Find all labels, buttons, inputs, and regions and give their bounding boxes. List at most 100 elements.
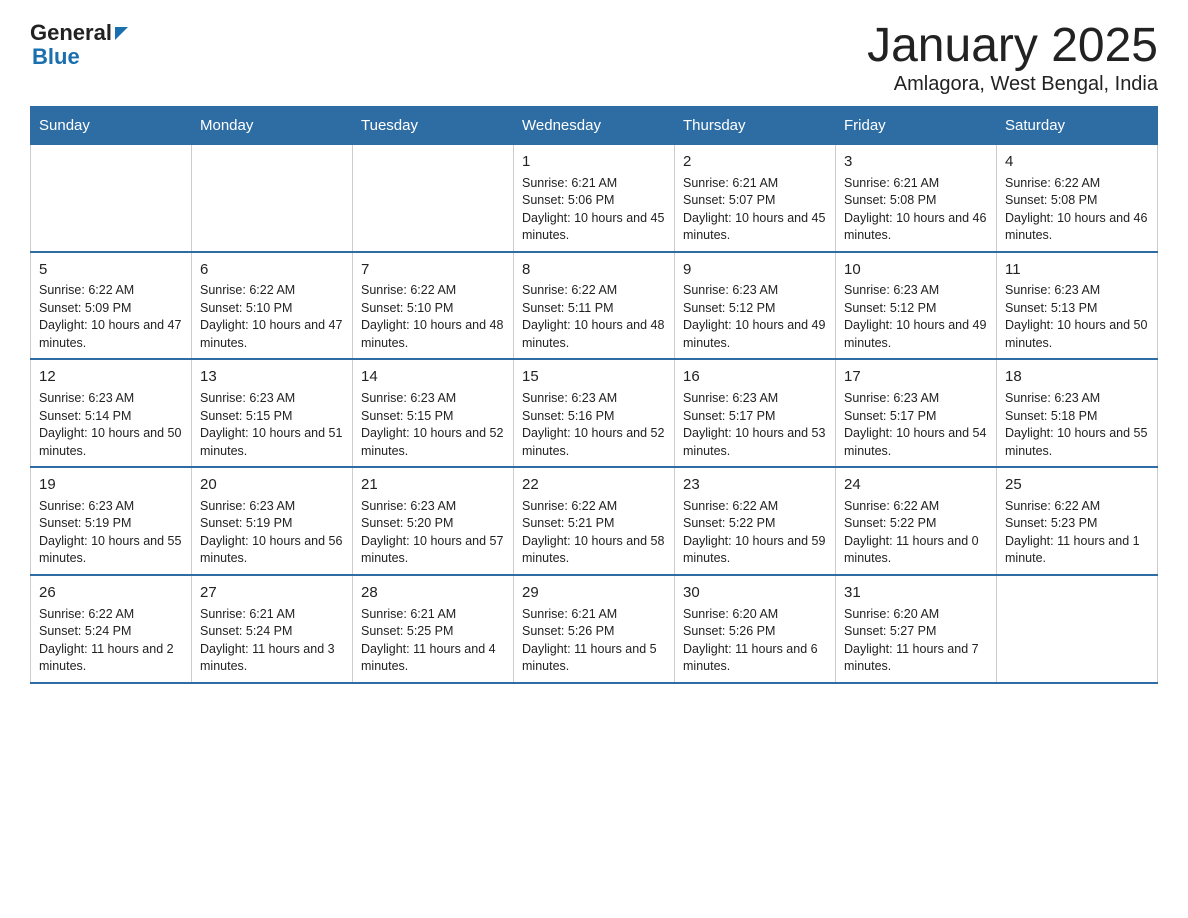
calendar-cell: 8Sunrise: 6:22 AMSunset: 5:11 PMDaylight… bbox=[514, 252, 675, 360]
calendar-cell: 12Sunrise: 6:23 AMSunset: 5:14 PMDayligh… bbox=[31, 359, 192, 467]
day-number: 27 bbox=[200, 582, 344, 604]
day-header-thursday: Thursday bbox=[675, 106, 836, 144]
day-info: Sunrise: 6:22 AMSunset: 5:21 PMDaylight:… bbox=[522, 498, 666, 568]
day-number: 23 bbox=[683, 474, 827, 496]
day-info: Sunrise: 6:22 AMSunset: 5:22 PMDaylight:… bbox=[683, 498, 827, 568]
calendar-cell bbox=[31, 144, 192, 251]
logo-general-text: General bbox=[30, 20, 112, 46]
calendar-cell: 3Sunrise: 6:21 AMSunset: 5:08 PMDaylight… bbox=[836, 144, 997, 251]
day-header-sunday: Sunday bbox=[31, 106, 192, 144]
day-info: Sunrise: 6:23 AMSunset: 5:15 PMDaylight:… bbox=[361, 390, 505, 460]
calendar-cell: 27Sunrise: 6:21 AMSunset: 5:24 PMDayligh… bbox=[192, 575, 353, 683]
calendar-subtitle: Amlagora, West Bengal, India bbox=[867, 73, 1158, 96]
calendar-title: January 2025 bbox=[867, 20, 1158, 73]
day-number: 7 bbox=[361, 259, 505, 281]
day-info: Sunrise: 6:20 AMSunset: 5:26 PMDaylight:… bbox=[683, 606, 827, 676]
day-info: Sunrise: 6:21 AMSunset: 5:24 PMDaylight:… bbox=[200, 606, 344, 676]
day-header-tuesday: Tuesday bbox=[353, 106, 514, 144]
calendar-cell: 7Sunrise: 6:22 AMSunset: 5:10 PMDaylight… bbox=[353, 252, 514, 360]
calendar-cell: 10Sunrise: 6:23 AMSunset: 5:12 PMDayligh… bbox=[836, 252, 997, 360]
calendar-cell: 21Sunrise: 6:23 AMSunset: 5:20 PMDayligh… bbox=[353, 467, 514, 575]
calendar-cell: 14Sunrise: 6:23 AMSunset: 5:15 PMDayligh… bbox=[353, 359, 514, 467]
day-number: 6 bbox=[200, 259, 344, 281]
calendar-week-4: 19Sunrise: 6:23 AMSunset: 5:19 PMDayligh… bbox=[31, 467, 1158, 575]
calendar-cell: 22Sunrise: 6:22 AMSunset: 5:21 PMDayligh… bbox=[514, 467, 675, 575]
calendar-cell: 28Sunrise: 6:21 AMSunset: 5:25 PMDayligh… bbox=[353, 575, 514, 683]
calendar-cell: 23Sunrise: 6:22 AMSunset: 5:22 PMDayligh… bbox=[675, 467, 836, 575]
calendar-cell: 5Sunrise: 6:22 AMSunset: 5:09 PMDaylight… bbox=[31, 252, 192, 360]
day-number: 5 bbox=[39, 259, 183, 281]
calendar-cell: 31Sunrise: 6:20 AMSunset: 5:27 PMDayligh… bbox=[836, 575, 997, 683]
calendar-cell: 15Sunrise: 6:23 AMSunset: 5:16 PMDayligh… bbox=[514, 359, 675, 467]
day-info: Sunrise: 6:22 AMSunset: 5:22 PMDaylight:… bbox=[844, 498, 988, 568]
day-info: Sunrise: 6:22 AMSunset: 5:10 PMDaylight:… bbox=[200, 282, 344, 352]
day-info: Sunrise: 6:23 AMSunset: 5:15 PMDaylight:… bbox=[200, 390, 344, 460]
day-number: 1 bbox=[522, 151, 666, 173]
day-number: 31 bbox=[844, 582, 988, 604]
day-header-saturday: Saturday bbox=[997, 106, 1158, 144]
calendar-cell: 11Sunrise: 6:23 AMSunset: 5:13 PMDayligh… bbox=[997, 252, 1158, 360]
day-number: 21 bbox=[361, 474, 505, 496]
day-number: 13 bbox=[200, 366, 344, 388]
calendar-cell: 6Sunrise: 6:22 AMSunset: 5:10 PMDaylight… bbox=[192, 252, 353, 360]
day-info: Sunrise: 6:23 AMSunset: 5:12 PMDaylight:… bbox=[683, 282, 827, 352]
day-number: 8 bbox=[522, 259, 666, 281]
calendar-header-row: SundayMondayTuesdayWednesdayThursdayFrid… bbox=[31, 106, 1158, 144]
day-number: 11 bbox=[1005, 259, 1149, 281]
calendar-cell: 16Sunrise: 6:23 AMSunset: 5:17 PMDayligh… bbox=[675, 359, 836, 467]
calendar-cell: 18Sunrise: 6:23 AMSunset: 5:18 PMDayligh… bbox=[997, 359, 1158, 467]
calendar-cell: 13Sunrise: 6:23 AMSunset: 5:15 PMDayligh… bbox=[192, 359, 353, 467]
day-info: Sunrise: 6:23 AMSunset: 5:18 PMDaylight:… bbox=[1005, 390, 1149, 460]
day-number: 16 bbox=[683, 366, 827, 388]
calendar-week-1: 1Sunrise: 6:21 AMSunset: 5:06 PMDaylight… bbox=[31, 144, 1158, 251]
day-info: Sunrise: 6:21 AMSunset: 5:06 PMDaylight:… bbox=[522, 175, 666, 245]
day-number: 25 bbox=[1005, 474, 1149, 496]
calendar-cell bbox=[192, 144, 353, 251]
day-number: 28 bbox=[361, 582, 505, 604]
calendar-cell: 24Sunrise: 6:22 AMSunset: 5:22 PMDayligh… bbox=[836, 467, 997, 575]
calendar-week-2: 5Sunrise: 6:22 AMSunset: 5:09 PMDaylight… bbox=[31, 252, 1158, 360]
day-number: 10 bbox=[844, 259, 988, 281]
day-info: Sunrise: 6:23 AMSunset: 5:12 PMDaylight:… bbox=[844, 282, 988, 352]
logo: General Blue bbox=[30, 20, 128, 68]
logo-blue-text: Blue bbox=[32, 46, 80, 68]
day-header-monday: Monday bbox=[192, 106, 353, 144]
calendar-cell: 25Sunrise: 6:22 AMSunset: 5:23 PMDayligh… bbox=[997, 467, 1158, 575]
day-number: 24 bbox=[844, 474, 988, 496]
day-info: Sunrise: 6:22 AMSunset: 5:24 PMDaylight:… bbox=[39, 606, 183, 676]
calendar-week-3: 12Sunrise: 6:23 AMSunset: 5:14 PMDayligh… bbox=[31, 359, 1158, 467]
calendar-cell: 2Sunrise: 6:21 AMSunset: 5:07 PMDaylight… bbox=[675, 144, 836, 251]
day-info: Sunrise: 6:21 AMSunset: 5:08 PMDaylight:… bbox=[844, 175, 988, 245]
day-info: Sunrise: 6:22 AMSunset: 5:08 PMDaylight:… bbox=[1005, 175, 1149, 245]
day-number: 15 bbox=[522, 366, 666, 388]
day-info: Sunrise: 6:21 AMSunset: 5:07 PMDaylight:… bbox=[683, 175, 827, 245]
calendar-cell: 29Sunrise: 6:21 AMSunset: 5:26 PMDayligh… bbox=[514, 575, 675, 683]
day-header-friday: Friday bbox=[836, 106, 997, 144]
day-number: 19 bbox=[39, 474, 183, 496]
day-number: 12 bbox=[39, 366, 183, 388]
calendar-cell: 30Sunrise: 6:20 AMSunset: 5:26 PMDayligh… bbox=[675, 575, 836, 683]
day-info: Sunrise: 6:22 AMSunset: 5:23 PMDaylight:… bbox=[1005, 498, 1149, 568]
day-info: Sunrise: 6:23 AMSunset: 5:17 PMDaylight:… bbox=[683, 390, 827, 460]
day-info: Sunrise: 6:20 AMSunset: 5:27 PMDaylight:… bbox=[844, 606, 988, 676]
calendar-table: SundayMondayTuesdayWednesdayThursdayFrid… bbox=[30, 106, 1158, 684]
day-info: Sunrise: 6:23 AMSunset: 5:14 PMDaylight:… bbox=[39, 390, 183, 460]
day-number: 29 bbox=[522, 582, 666, 604]
day-info: Sunrise: 6:22 AMSunset: 5:09 PMDaylight:… bbox=[39, 282, 183, 352]
day-info: Sunrise: 6:23 AMSunset: 5:20 PMDaylight:… bbox=[361, 498, 505, 568]
title-block: January 2025 Amlagora, West Bengal, Indi… bbox=[867, 20, 1158, 96]
day-number: 18 bbox=[1005, 366, 1149, 388]
day-number: 9 bbox=[683, 259, 827, 281]
calendar-week-5: 26Sunrise: 6:22 AMSunset: 5:24 PMDayligh… bbox=[31, 575, 1158, 683]
day-info: Sunrise: 6:23 AMSunset: 5:19 PMDaylight:… bbox=[39, 498, 183, 568]
day-number: 3 bbox=[844, 151, 988, 173]
day-number: 30 bbox=[683, 582, 827, 604]
day-info: Sunrise: 6:21 AMSunset: 5:25 PMDaylight:… bbox=[361, 606, 505, 676]
calendar-cell: 17Sunrise: 6:23 AMSunset: 5:17 PMDayligh… bbox=[836, 359, 997, 467]
day-number: 2 bbox=[683, 151, 827, 173]
day-info: Sunrise: 6:23 AMSunset: 5:19 PMDaylight:… bbox=[200, 498, 344, 568]
calendar-cell: 4Sunrise: 6:22 AMSunset: 5:08 PMDaylight… bbox=[997, 144, 1158, 251]
day-info: Sunrise: 6:21 AMSunset: 5:26 PMDaylight:… bbox=[522, 606, 666, 676]
day-number: 17 bbox=[844, 366, 988, 388]
day-header-wednesday: Wednesday bbox=[514, 106, 675, 144]
